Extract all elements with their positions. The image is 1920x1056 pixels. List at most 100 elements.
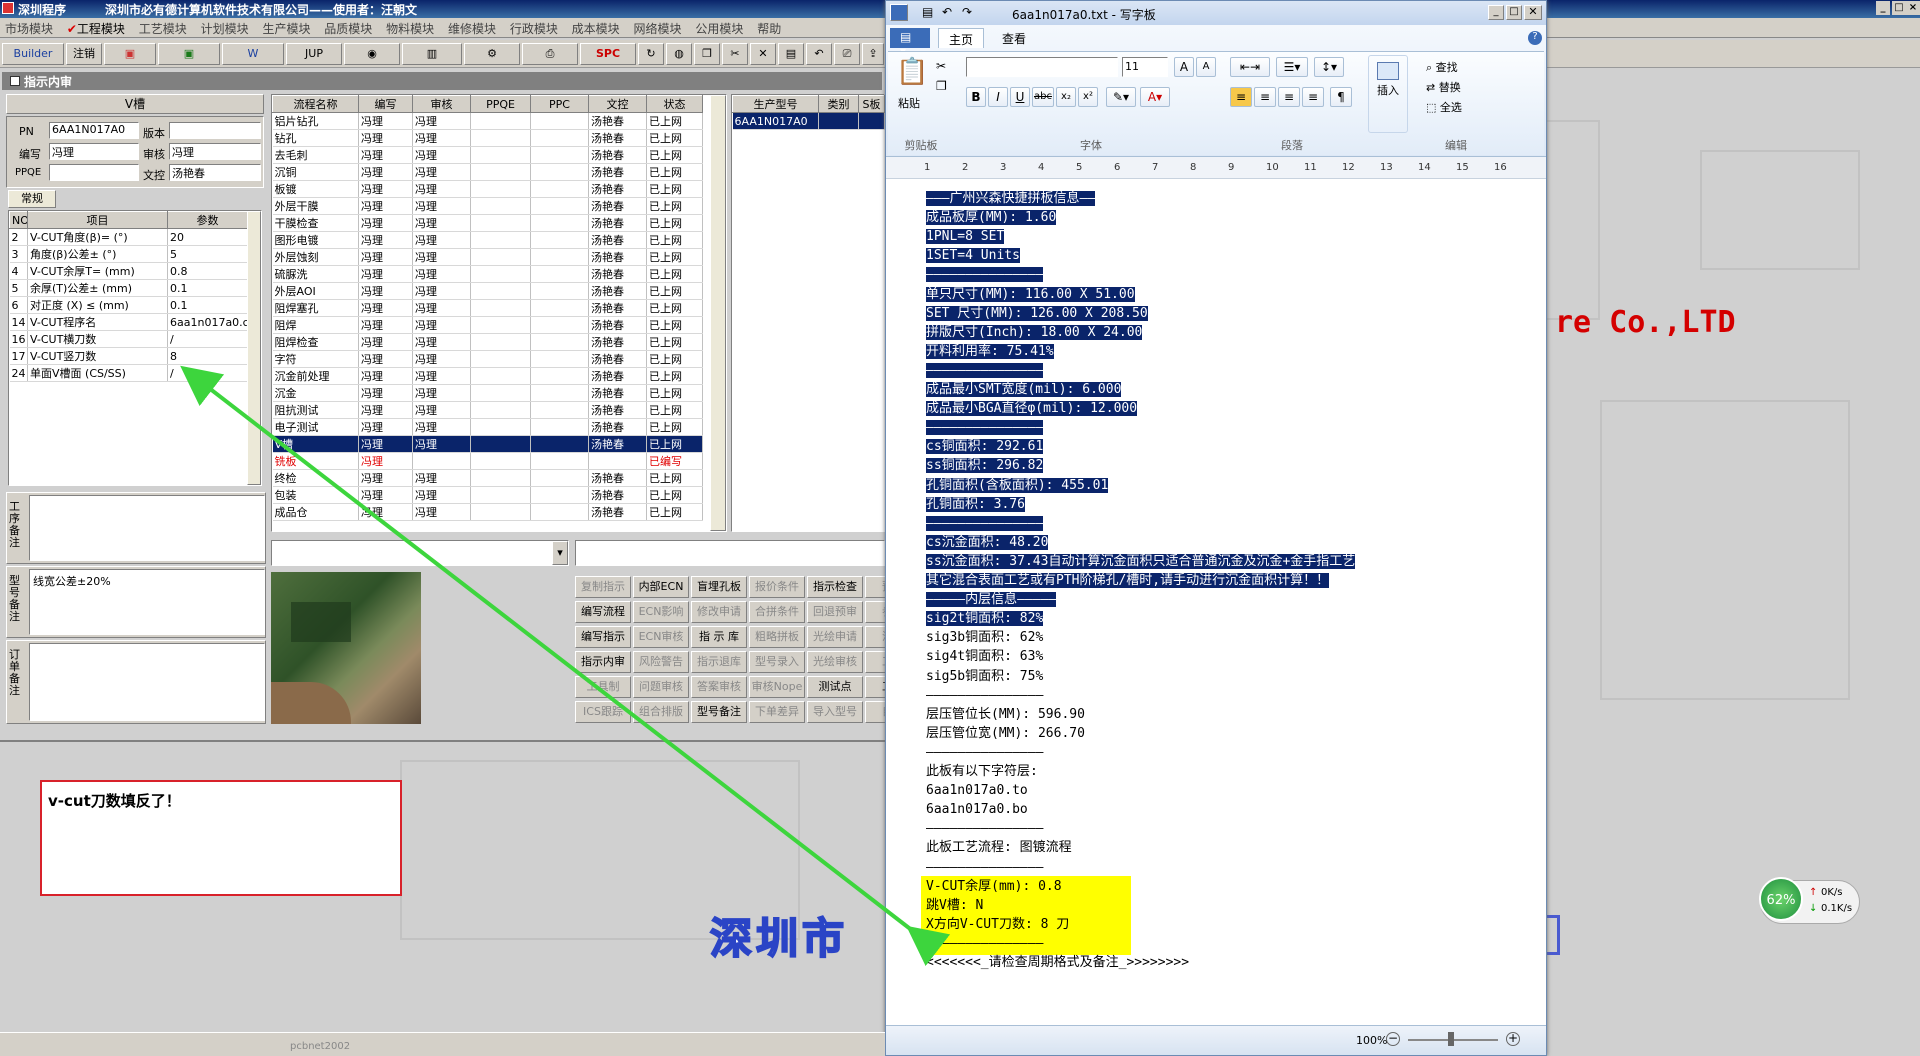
strikethrough-button[interactable]: abc [1032,87,1054,107]
process-note-field[interactable] [29,495,265,561]
flow-row[interactable]: 钻孔 冯理 冯理 汤艳春 已上网 [272,129,703,147]
save-icon[interactable]: ▤ [922,5,933,19]
zoom-slider-thumb[interactable] [1448,1032,1454,1046]
word-icon[interactable]: W [222,43,284,65]
eye-icon[interactable]: ◉ [344,43,400,65]
close-doc-icon[interactable]: ✕ [750,43,776,65]
flow-row[interactable]: 铣板 冯理 已编写 [272,452,703,470]
function-button[interactable]: 指示内审 [575,651,631,673]
flow-row[interactable]: 硫脲洗 冯理 冯理 汤艳春 已上网 [272,265,703,283]
function-button[interactable]: 光绘申请 [807,626,863,648]
function-button[interactable]: 导入型号 [807,701,863,723]
font-color-icon[interactable]: A▾ [1140,87,1170,107]
col-flow-name[interactable]: 流程名称 [272,95,359,113]
builder-button[interactable]: Builder [2,43,64,65]
minimize-button[interactable]: _ [1488,5,1504,20]
redo-icon[interactable]: ↷ [962,5,972,19]
flow-row[interactable]: 阻焊塞孔 冯理 冯理 汤艳春 已上网 [272,299,703,317]
select-all-button[interactable]: ⬚ 全选 [1426,99,1462,115]
order-note-field[interactable] [29,643,265,721]
menu-admin[interactable]: 行政模块 [505,18,563,39]
param-row[interactable]: 4 V-CUT余厚T= (mm) 0.8 [9,262,248,280]
function-button[interactable]: 报价条件 [749,576,805,598]
col-ppqe[interactable]: PPQE [470,95,531,113]
preview-icon[interactable]: ⎚ [834,43,860,65]
function-button[interactable]: 修改申请 [691,601,747,623]
function-button[interactable]: 测试点 [807,676,863,698]
ppt-icon[interactable]: ▣ [104,43,156,65]
flow-row[interactable]: 去毛刺 冯理 冯理 汤艳春 已上网 [272,146,703,164]
function-button[interactable]: 指示退库 [691,651,747,673]
indent-icon[interactable]: ⇤⇥ [1230,57,1270,77]
version-field[interactable] [169,122,261,139]
param-row[interactable]: 16 V-CUT横刀数 / [9,330,248,348]
cut-icon[interactable]: ✂ [722,43,748,65]
function-button[interactable]: 回退预审 [807,601,863,623]
model-note-field[interactable]: 线宽公差±20% [29,569,265,635]
col-no[interactable]: NO [9,211,28,229]
align-center-icon[interactable]: ≡ [1254,87,1276,107]
clipboard-icon[interactable]: 📋 [896,57,928,91]
param-row[interactable]: 5 余厚(T)公差± (mm) 0.1 [9,279,248,297]
function-button[interactable]: 盲埋孔板 [691,576,747,598]
excel-icon[interactable]: ▣ [158,43,220,65]
flow-row[interactable]: 干膜检查 冯理 冯理 汤艳春 已上网 [272,214,703,232]
menu-process[interactable]: 工艺模块 [134,18,192,39]
book-icon[interactable]: ▥ [402,43,462,65]
col-doc[interactable]: 文控 [588,95,647,113]
cut-icon[interactable]: ✂ [936,59,946,73]
menu-maintenance[interactable]: 维修模块 [443,18,501,39]
minimize-button[interactable]: _ [1876,1,1890,15]
list-icon[interactable]: ☰▾ [1276,57,1308,77]
menu-quality[interactable]: 品质模块 [319,18,377,39]
function-button[interactable]: 指示检查 [807,576,863,598]
jump-button[interactable]: JUP [286,43,342,65]
menu-market[interactable]: 市场模块 [0,18,58,39]
zoom-in-icon[interactable]: + [1506,1032,1520,1046]
find-button[interactable]: ⌕ 查找 [1426,59,1458,75]
close-button[interactable]: ✕ [1524,5,1542,20]
col-reviewer[interactable]: 审核 [412,95,471,113]
ruler[interactable]: 1 2 3 4 5 6 7 8 9 10 11 12 13 14 15 16 [886,157,1546,179]
function-button[interactable]: 问题审核 [633,676,689,698]
align-right-icon[interactable]: ≡ [1278,87,1300,107]
zoom-out-icon[interactable]: − [1386,1032,1400,1046]
undo-icon[interactable]: ↶ [942,5,952,19]
flow-row[interactable]: 外层干膜 冯理 冯理 汤艳春 已上网 [272,197,703,215]
subscript-button[interactable]: x₂ [1056,87,1076,107]
menu-material[interactable]: 物料模块 [381,18,439,39]
app-menu-button[interactable]: ▤ ▾ [890,28,930,58]
font-family-select[interactable] [966,57,1118,77]
function-button[interactable]: ICS跟踪 [575,701,631,723]
function-button[interactable]: 编写流程 [575,601,631,623]
function-button[interactable]: 复制指示 [575,576,631,598]
export-icon[interactable]: ⇪ [862,43,884,65]
function-button[interactable]: 合拼条件 [749,601,805,623]
justify-icon[interactable]: ≡ [1302,87,1324,107]
col-sboard[interactable]: S板 [858,95,885,113]
param-row[interactable]: 24 单面V槽面 (CS/SS) / [9,364,248,382]
highlight-icon[interactable]: ✎▾ [1106,87,1136,107]
function-button[interactable]: 组合排版 [633,701,689,723]
flow-row[interactable]: 沉金前处理 冯理 冯理 汤艳春 已上网 [272,367,703,385]
function-button[interactable]: 粗略拼板 [749,626,805,648]
align-left-icon[interactable]: ≡ [1230,87,1252,107]
col-writer[interactable]: 编写 [358,95,413,113]
flow-row[interactable]: 板镀 冯理 冯理 汤艳春 已上网 [272,180,703,198]
replace-button[interactable]: ⇄ 替换 [1426,79,1461,95]
col-param[interactable]: 参数 [167,211,248,229]
search-field[interactable] [575,540,885,566]
ppqe-field[interactable] [49,164,139,181]
help-icon[interactable]: ? [1528,31,1542,45]
maximize-button[interactable]: □ [1506,5,1522,20]
menu-plan[interactable]: 计划模块 [196,18,254,39]
flow-row[interactable]: 阻抗测试 冯理 冯理 汤艳春 已上网 [272,401,703,419]
model-row[interactable]: 6AA1N017A0 [732,112,885,130]
tab-general[interactable]: 常规 [8,190,56,208]
col-ppc[interactable]: PPC [530,95,589,113]
tab-home[interactable]: 主页 [938,28,985,48]
flow-row[interactable]: V槽 冯理 冯理 汤艳春 已上网 [272,435,703,453]
network-widget[interactable]: 62% ↑ 0K/s ↓ 0.1K/s [1759,877,1860,924]
tools-icon[interactable]: ⚙ [464,43,520,65]
col-type[interactable]: 类别 [818,95,859,113]
